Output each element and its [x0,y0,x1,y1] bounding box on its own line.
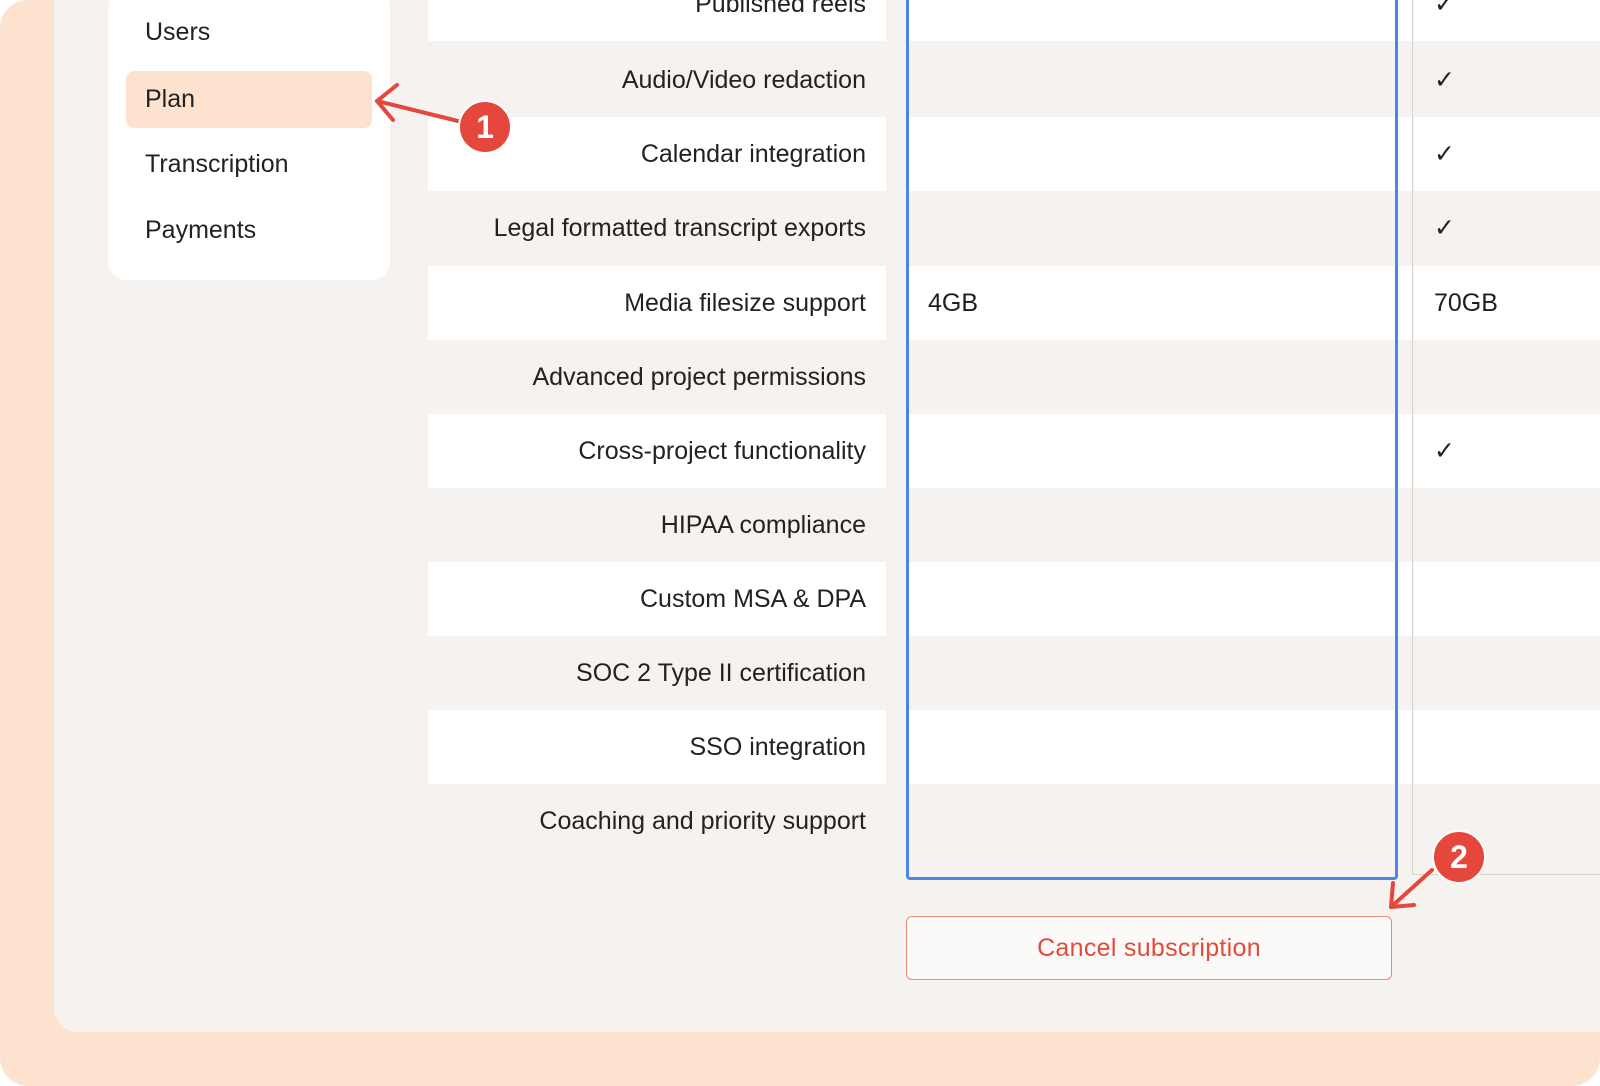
annotation-badge-2: 2 [1432,830,1486,884]
upgrade-plan-cell [1414,562,1600,636]
feature-label: Cross-project functionality [428,414,886,488]
table-row: Cross-project functionality ✓ [428,414,1600,488]
current-plan-cell [908,710,1412,784]
app-frame: Users Plan Transcription Payments Publis… [0,0,1600,1086]
feature-label: Custom MSA & DPA [428,562,886,636]
sidebar-item-users[interactable]: Users [126,4,372,61]
sidebar-item-plan[interactable]: Plan [126,71,372,128]
upgrade-plan-cell: 70GB [1414,266,1600,340]
table-row: Audio/Video redaction ✓ [428,43,1600,117]
table-row: Legal formatted transcript exports ✓ [428,191,1600,265]
upgrade-plan-cell: ✓ [1414,43,1600,117]
table-row: Published reels ✓ [428,0,1600,41]
current-plan-cell [908,414,1412,488]
feature-label: Published reels [428,0,886,41]
upgrade-plan-cell: ✓ [1414,414,1600,488]
feature-label: SOC 2 Type II certification [428,636,886,710]
table-row: SSO integration [428,710,1600,784]
current-plan-cell [908,562,1412,636]
table-row: HIPAA compliance [428,488,1600,562]
sidebar-item-transcription[interactable]: Transcription [126,136,372,193]
current-plan-cell: 4GB [908,266,1412,340]
table-row: Calendar integration ✓ [428,117,1600,191]
current-plan-cell [908,340,1412,414]
sidebar-item-payments[interactable]: Payments [126,202,372,259]
upgrade-plan-cell [1414,488,1600,562]
upgrade-plan-cell: ✓ [1414,117,1600,191]
table-row: Coaching and priority support [428,784,1600,858]
feature-label: HIPAA compliance [428,488,886,562]
current-plan-cell [908,636,1412,710]
feature-label: Coaching and priority support [428,784,886,858]
cancel-subscription-button[interactable]: Cancel subscription [906,916,1392,980]
table-row: Media filesize support 4GB 70GB [428,266,1600,340]
table-row: SOC 2 Type II certification [428,636,1600,710]
settings-sidebar: Users Plan Transcription Payments [108,0,390,280]
upgrade-plan-cell [1414,710,1600,784]
upgrade-plan-cell [1414,636,1600,710]
annotation-badge-1: 1 [458,100,512,154]
upgrade-plan-cell: ✓ [1414,0,1600,41]
feature-label: Media filesize support [428,266,886,340]
current-plan-cell [908,43,1412,117]
feature-label: SSO integration [428,710,886,784]
upgrade-plan-cell [1414,340,1600,414]
table-row: Advanced project permissions [428,340,1600,414]
current-plan-cell [908,191,1412,265]
current-plan-cell [908,117,1412,191]
table-row: Custom MSA & DPA [428,562,1600,636]
current-plan-cell [908,0,1412,41]
current-plan-cell [908,784,1412,858]
feature-label: Advanced project permissions [428,340,886,414]
upgrade-plan-cell: ✓ [1414,191,1600,265]
feature-label: Legal formatted transcript exports [428,191,886,265]
current-plan-cell [908,488,1412,562]
